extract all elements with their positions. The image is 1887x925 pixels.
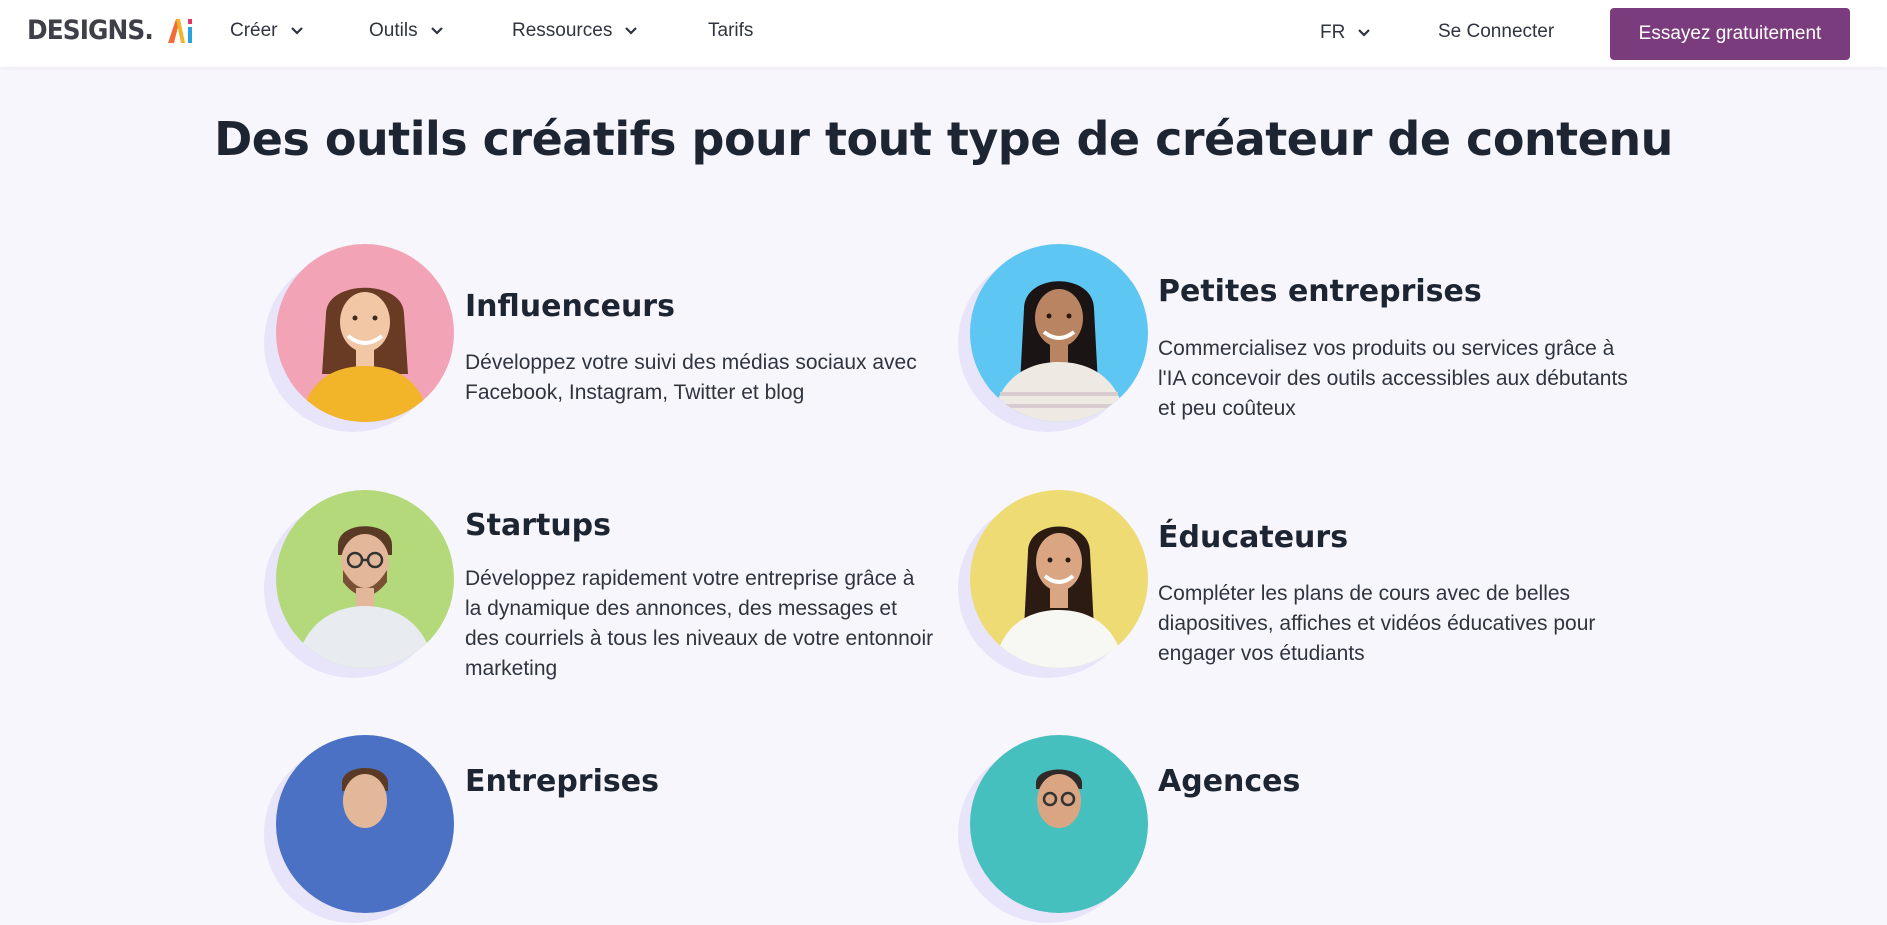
page-title: Des outils créatifs pour tout type de cr…	[214, 112, 1673, 166]
nav-item-outils[interactable]: Outils	[369, 16, 444, 46]
chevron-down-icon	[625, 27, 638, 35]
card-title: Influenceurs	[465, 289, 675, 324]
avatar	[958, 735, 1160, 925]
card-description: Développez rapidement votre entreprise g…	[465, 567, 934, 680]
nav-item-tarifs[interactable]: Tarifs	[708, 16, 753, 46]
nav-item-label: Outils	[369, 20, 418, 41]
avatar	[958, 490, 1160, 680]
card-title: Éducateurs	[1158, 520, 1349, 555]
language-selector[interactable]: FR	[1320, 18, 1371, 48]
designs-ai-logo[interactable]: DESIGNS.	[27, 13, 196, 47]
card-title: Agences	[1158, 764, 1301, 799]
top-navigation-bar: DESIGNS. Créer Outils Ressources Tarifs …	[0, 0, 1887, 67]
nav-item-creer[interactable]: Créer	[230, 16, 304, 46]
logo-text: DESIGNS.	[27, 14, 154, 46]
startup-photo	[276, 490, 454, 668]
card-title: Entreprises	[465, 764, 659, 799]
chevron-down-icon	[430, 27, 443, 35]
chevron-down-icon	[290, 27, 303, 35]
try-free-button[interactable]: Essayez gratuitement	[1610, 8, 1850, 60]
avatar	[264, 244, 466, 434]
nav-item-ressources[interactable]: Ressources	[512, 16, 638, 46]
educator-photo	[970, 490, 1148, 668]
language-label: FR	[1320, 22, 1346, 43]
enterprise-photo	[276, 735, 454, 913]
influencer-photo	[276, 244, 454, 422]
card-title: Startups	[465, 508, 612, 543]
card-description: Compléter les plans de cours avec de bel…	[1158, 582, 1596, 665]
logo-ai-mark-icon	[166, 15, 196, 45]
login-button[interactable]: Se Connecter	[1438, 16, 1554, 48]
avatar	[264, 735, 466, 925]
card-description: Commercialisez vos produits ou services …	[1158, 337, 1628, 420]
avatar	[264, 490, 466, 680]
agency-photo	[970, 735, 1148, 913]
nav-item-label: Ressources	[512, 20, 613, 41]
chevron-down-icon	[1358, 29, 1371, 37]
nav-item-label: Créer	[230, 20, 278, 41]
avatar	[958, 244, 1160, 434]
small-business-photo	[970, 244, 1148, 422]
nav-item-label: Tarifs	[708, 20, 754, 41]
card-description: Développez votre suivi des médias sociau…	[465, 351, 917, 404]
card-title: Petites entreprises	[1158, 274, 1482, 309]
